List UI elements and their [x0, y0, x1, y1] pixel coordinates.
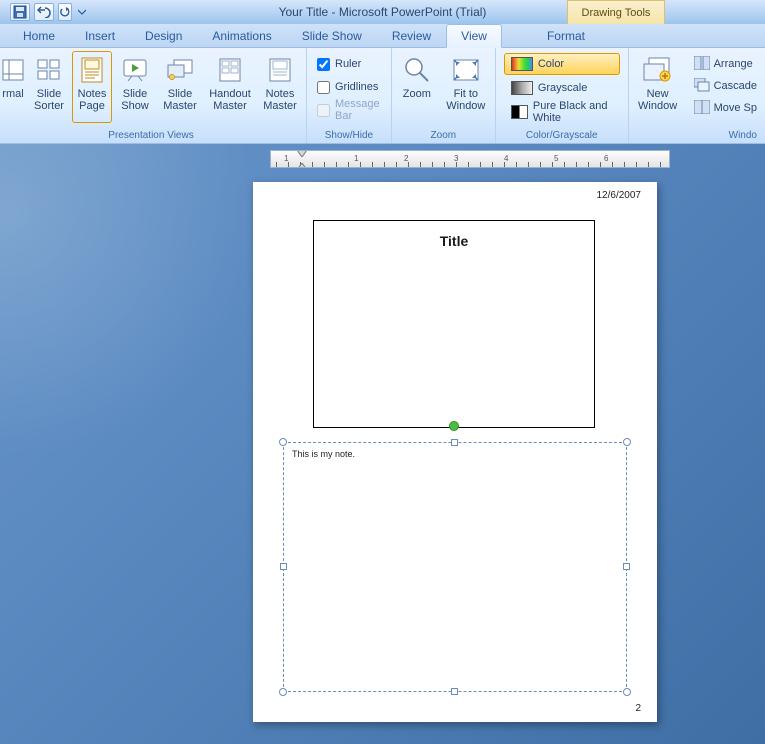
tab-insert[interactable]: Insert [70, 24, 130, 47]
redo-button[interactable] [58, 3, 72, 21]
save-button[interactable] [10, 3, 30, 21]
fit-to-window-button[interactable]: Fit to Window [441, 51, 491, 123]
resize-handle-ne[interactable] [623, 438, 631, 446]
arrange-icon [694, 56, 710, 72]
slide-title: Title [314, 233, 594, 249]
ruler-checkbox[interactable]: Ruler [317, 54, 381, 74]
slide-sorter-button[interactable]: Slide Sorter [29, 51, 69, 123]
resize-handle-n[interactable] [451, 439, 458, 446]
qat-customize-button[interactable] [76, 3, 88, 21]
undo-button[interactable] [34, 3, 54, 21]
tab-view[interactable]: View [446, 24, 502, 48]
gridlines-checkbox[interactable]: Gridlines [317, 77, 381, 97]
workspace: 1 1 2 3 4 5 6 12/6/2007 Title This is [0, 144, 765, 744]
page-number: 2 [635, 703, 641, 714]
move-split-button[interactable]: Move Sp [690, 97, 761, 118]
tab-format[interactable]: Format [532, 24, 600, 47]
zoom-button[interactable]: Zoom [396, 51, 438, 123]
tab-home[interactable]: Home [8, 24, 70, 47]
group-show-hide: Ruler Gridlines Message Bar Show/Hide [307, 48, 392, 143]
color-mode-button[interactable]: Color [504, 53, 620, 75]
rotate-handle-icon[interactable] [449, 421, 459, 431]
tab-animations[interactable]: Animations [197, 24, 286, 47]
new-window-button[interactable]: New Window [633, 51, 683, 123]
resize-handle-nw[interactable] [279, 438, 287, 446]
slide-thumbnail[interactable]: Title [313, 220, 595, 428]
cascade-icon [694, 78, 710, 94]
tab-review[interactable]: Review [377, 24, 446, 47]
notes-master-button[interactable]: Notes Master [258, 51, 302, 123]
move-split-icon [694, 100, 710, 116]
notes-page[interactable]: 12/6/2007 Title This is my note. 2 [253, 182, 657, 722]
notes-text-box[interactable]: This is my note. [283, 442, 627, 692]
resize-handle-w[interactable] [280, 563, 287, 570]
ruler-ticks: 1 1 2 3 4 5 6 [271, 151, 669, 167]
color-swatch-icon [511, 57, 533, 71]
group-zoom: Zoom Fit to Window Zoom [392, 48, 496, 143]
tab-design[interactable]: Design [130, 24, 197, 47]
arrange-all-button[interactable]: Arrange [690, 53, 761, 74]
title-bar: Your Title - Microsoft PowerPoint (Trial… [0, 0, 765, 24]
slide-show-button[interactable]: Slide Show [115, 51, 155, 123]
normal-view-button[interactable]: rmal [0, 51, 26, 123]
notes-page-button[interactable]: Notes Page [72, 51, 112, 123]
message-bar-checkbox: Message Bar [317, 100, 381, 120]
group-window: New Window Arrange Cascade Move Sp Windo [629, 48, 765, 143]
resize-handle-sw[interactable] [279, 688, 287, 696]
first-line-indent-marker[interactable] [297, 150, 307, 158]
tab-slideshow[interactable]: Slide Show [287, 24, 377, 47]
page-date: 12/6/2007 [597, 190, 642, 201]
resize-handle-e[interactable] [623, 563, 630, 570]
cascade-button[interactable]: Cascade [690, 75, 761, 96]
resize-handle-se[interactable] [623, 688, 631, 696]
app-title: Your Title - Microsoft PowerPoint (Trial… [279, 5, 487, 19]
notes-text[interactable]: This is my note. [284, 443, 626, 465]
slide-master-button[interactable]: Slide Master [158, 51, 202, 123]
group-color-grayscale: Color Grayscale Pure Black and White Col… [496, 48, 629, 143]
black-white-mode-button[interactable]: Pure Black and White [504, 101, 620, 123]
ribbon: rmal Slide Sorter Notes Page Slide Show … [0, 48, 765, 144]
tab-strip: Home Insert Design Animations Slide Show… [0, 24, 765, 48]
grayscale-mode-button[interactable]: Grayscale [504, 77, 620, 99]
group-presentation-views: rmal Slide Sorter Notes Page Slide Show … [0, 48, 307, 143]
grayscale-swatch-icon [511, 81, 533, 95]
handout-master-button[interactable]: Handout Master [205, 51, 255, 123]
resize-handle-s[interactable] [451, 688, 458, 695]
context-tab-drawing-tools: Drawing Tools [567, 0, 665, 24]
bw-swatch-icon [511, 105, 528, 119]
hanging-indent-marker[interactable] [297, 163, 307, 168]
horizontal-ruler[interactable]: 1 1 2 3 4 5 6 [270, 150, 670, 168]
